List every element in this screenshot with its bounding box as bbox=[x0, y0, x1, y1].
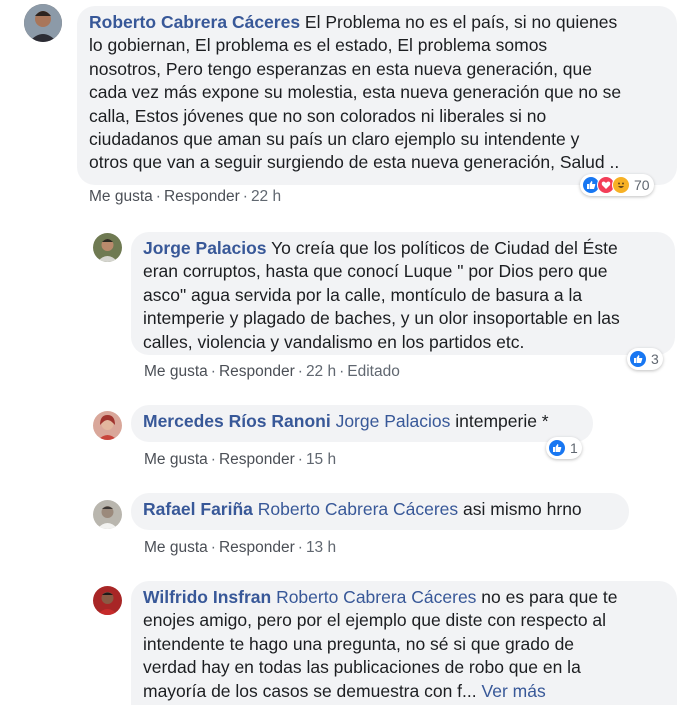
mention-link[interactable]: Roberto Cabrera Cáceres bbox=[258, 499, 458, 519]
comment-bubble: Mercedes Ríos Ranoni Jorge Palacios inte… bbox=[131, 405, 593, 442]
comment-actions: Me gusta · Responder · 22 h bbox=[89, 188, 282, 205]
reply-button[interactable]: Responder bbox=[164, 188, 240, 205]
comment-text-line: lo gobiernan, El problema es el estado, … bbox=[89, 35, 548, 56]
comment-author[interactable]: Wilfrido Insfran bbox=[143, 587, 271, 607]
like-button[interactable]: Me gusta bbox=[144, 451, 208, 468]
comment-text-line: Yo creía que los políticos de Ciudad del… bbox=[266, 238, 618, 258]
comment-text-line: enojes amigo, pero por el ejemplo que di… bbox=[143, 610, 607, 631]
reactions-summary[interactable]: 3 bbox=[627, 348, 663, 370]
timestamp[interactable]: 13 h bbox=[306, 539, 336, 556]
like-button[interactable]: Me gusta bbox=[89, 188, 153, 205]
comment-actions: Me gusta · Responder · 13 h bbox=[144, 539, 337, 556]
mention-link[interactable]: Jorge Palacios bbox=[336, 411, 451, 431]
comment-text-line: eran corruptos, hasta que conocí Luque "… bbox=[143, 261, 608, 282]
comment-text-line: no es para que te bbox=[476, 587, 618, 607]
reactions-summary[interactable]: 70 bbox=[580, 174, 654, 196]
comment-text-line: intendente te hago una pregunta, no sé s… bbox=[143, 633, 575, 654]
comment-text-line: calla, Estos jóvenes que no son colorado… bbox=[89, 105, 547, 126]
comment-text-line: nosotros, Pero tengo esperanzas en esta … bbox=[89, 58, 592, 79]
timestamp[interactable]: 22 h bbox=[251, 188, 281, 205]
comment-bubble: Wilfrido Insfran Roberto Cabrera Cáceres… bbox=[131, 581, 677, 705]
avatar[interactable] bbox=[93, 233, 122, 262]
comment-bubble: Roberto Cabrera Cáceres El Problema no e… bbox=[77, 6, 677, 185]
reaction-count: 1 bbox=[570, 440, 578, 456]
reply-button[interactable]: Responder bbox=[219, 363, 295, 380]
comment-text-line: intemperie y plagado de baches, y un olo… bbox=[143, 308, 620, 329]
like-button[interactable]: Me gusta bbox=[144, 539, 208, 556]
comment-text-line: ciudadanos que aman su país un claro eje… bbox=[89, 129, 580, 150]
mention-link[interactable]: Roberto Cabrera Cáceres bbox=[276, 587, 476, 607]
comment-author[interactable]: Rafael Fariña bbox=[143, 499, 253, 519]
haha-icon bbox=[612, 176, 630, 194]
comment-author[interactable]: Roberto Cabrera Cáceres bbox=[89, 12, 300, 32]
comment-text-line: asco" agua servida por la calle, montícu… bbox=[143, 284, 583, 305]
like-icon bbox=[629, 350, 647, 368]
comment-actions: Me gusta · Responder · 15 h bbox=[144, 451, 337, 468]
comment-text-line: El Problema no es el país, si no quienes bbox=[300, 12, 618, 32]
avatar[interactable] bbox=[93, 586, 122, 615]
timestamp[interactable]: 22 h bbox=[306, 363, 336, 380]
comment-text-line: otros que van a seguir surgiendo de esta… bbox=[89, 152, 620, 173]
reply-button[interactable]: Responder bbox=[219, 451, 295, 468]
comment-bubble: Jorge Palacios Yo creía que los político… bbox=[131, 232, 675, 355]
like-button[interactable]: Me gusta bbox=[144, 363, 208, 380]
timestamp[interactable]: 15 h bbox=[306, 451, 336, 468]
comment-actions: Me gusta · Responder · 22 h · Editado bbox=[144, 363, 400, 380]
edited-label[interactable]: Editado bbox=[347, 363, 400, 380]
comment-author[interactable]: Jorge Palacios bbox=[143, 238, 267, 258]
comment-text: intemperie * bbox=[450, 411, 549, 431]
comment-text-line: calles, violencia y vandalismo en los pa… bbox=[143, 331, 525, 352]
avatar[interactable] bbox=[24, 4, 62, 42]
avatar[interactable] bbox=[93, 411, 122, 440]
comment-text-line: mayoría de los casos se demuestra con f.… bbox=[143, 680, 482, 701]
avatar[interactable] bbox=[93, 500, 122, 529]
see-more-link[interactable]: Ver más bbox=[482, 681, 546, 701]
comment-bubble: Rafael Fariña Roberto Cabrera Cáceres as… bbox=[131, 493, 629, 530]
comment-text-line: verdad hay en todas las publicaciones de… bbox=[143, 657, 581, 678]
reply-button[interactable]: Responder bbox=[219, 539, 295, 556]
reaction-count: 70 bbox=[634, 177, 650, 193]
comment-text: asi mismo hrno bbox=[458, 499, 582, 519]
like-icon bbox=[548, 439, 566, 457]
comment-author[interactable]: Mercedes Ríos Ranoni bbox=[143, 411, 331, 431]
comment-text-line: cada vez más expone su molestia, esta nu… bbox=[89, 82, 622, 103]
reaction-count: 3 bbox=[651, 351, 659, 367]
reactions-summary[interactable]: 1 bbox=[546, 437, 582, 459]
